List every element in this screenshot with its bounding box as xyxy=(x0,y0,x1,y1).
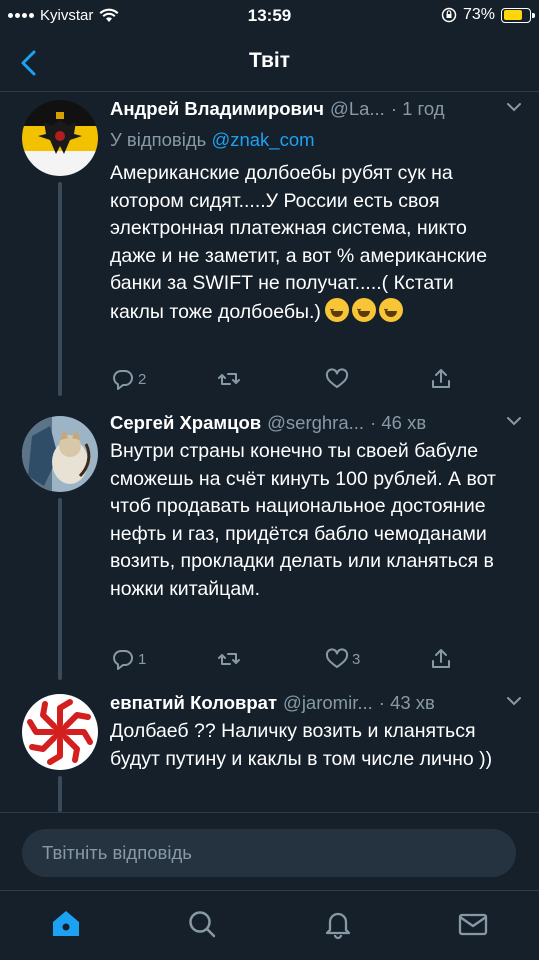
share-button[interactable] xyxy=(428,646,454,672)
user-handle: @jaromir... xyxy=(283,692,373,713)
share-button[interactable] xyxy=(428,366,454,392)
reply-icon xyxy=(113,650,133,670)
page-title: Твіт xyxy=(248,49,291,72)
notifications-icon[interactable] xyxy=(321,907,355,941)
reply-button[interactable]: 1 xyxy=(110,646,146,672)
tab-bar xyxy=(0,890,539,960)
retweet-icon xyxy=(218,653,240,665)
tweet-time: · 43 хв xyxy=(378,692,435,713)
battery-icon xyxy=(501,7,535,23)
battery-info: 73% xyxy=(441,6,535,24)
battery-level xyxy=(503,10,522,20)
status-bar: Kyivstar 13:59 73% xyxy=(0,0,539,34)
tweet-text: Внутри страны конечно ты своей бабуле см… xyxy=(110,440,496,600)
search-icon[interactable] xyxy=(185,907,219,941)
reply-composer: Твітніть відповідь xyxy=(0,812,539,890)
thread-line xyxy=(58,776,62,812)
tweet-item[interactable]: Сергей Храмцов @serghra... · 46 хв Внутр… xyxy=(0,410,539,680)
chevron-down-icon[interactable] xyxy=(505,694,523,708)
tweet-time: · 1 год xyxy=(390,98,445,119)
thread-line xyxy=(58,182,62,396)
like-button[interactable] xyxy=(324,366,352,392)
reply-prefix: У відповідь xyxy=(110,129,212,150)
reply-to-link[interactable]: @znak_com xyxy=(211,129,314,150)
tweet-text: Американские долбоебы рубят сук на котор… xyxy=(110,160,510,326)
user-handle: @serghra... xyxy=(267,412,365,433)
tweet-actions: 1 3 xyxy=(110,646,470,676)
tweet-item[interactable]: Андрей Владимирович @La... · 1 год У від… xyxy=(0,96,539,396)
home-icon[interactable] xyxy=(49,907,83,941)
reply-count: 1 xyxy=(138,650,147,668)
user-name[interactable]: Сергей Храмцов xyxy=(110,412,261,434)
reply-context: У відповідь @znak_com xyxy=(110,129,315,151)
emoji-joy-icon xyxy=(351,297,376,322)
tweet-time: · 46 хв xyxy=(370,412,427,433)
tweet-text: Долбаеб ?? Наличку возить и кланяться бу… xyxy=(110,720,493,770)
tweet-actions: 2 xyxy=(110,366,470,396)
orientation-lock-icon xyxy=(441,7,457,23)
like-icon xyxy=(325,648,349,668)
reply-input[interactable]: Твітніть відповідь xyxy=(22,829,516,877)
tweet-item[interactable]: евпатий Коловрат @jaromir... · 43 хв Дол… xyxy=(0,690,539,812)
emoji-rofl-icon xyxy=(324,297,349,322)
messages-icon[interactable] xyxy=(456,907,490,941)
retweet-icon xyxy=(218,373,240,385)
reply-button[interactable]: 2 xyxy=(110,366,146,392)
avatar[interactable] xyxy=(22,694,98,770)
chevron-down-icon[interactable] xyxy=(505,100,523,114)
like-icon xyxy=(325,368,349,388)
share-icon xyxy=(432,649,450,668)
tweet-header: Сергей Храмцов @serghra... · 46 хв xyxy=(110,410,523,436)
tweet-body: Американские долбоебы рубят сук на котор… xyxy=(110,162,488,323)
reply-count: 2 xyxy=(138,370,147,388)
emoji-rofl-icon xyxy=(378,297,403,322)
like-button[interactable]: 3 xyxy=(324,646,360,672)
user-handle: @La... xyxy=(330,98,385,119)
retweet-button[interactable] xyxy=(216,646,244,672)
avatar[interactable] xyxy=(22,416,98,492)
avatar[interactable] xyxy=(22,100,98,176)
reply-icon xyxy=(113,370,133,390)
share-icon xyxy=(432,369,450,388)
like-count: 3 xyxy=(352,650,361,668)
tweet-header: евпатий Коловрат @jaromir... · 43 хв xyxy=(110,690,523,716)
tweet-header: Андрей Владимирович @La... · 1 год xyxy=(110,96,523,122)
battery-percent: 73% xyxy=(462,6,495,23)
thread-line xyxy=(58,498,62,680)
nav-bar: Твіт xyxy=(0,34,539,92)
chevron-down-icon[interactable] xyxy=(505,414,523,428)
retweet-button[interactable] xyxy=(216,366,244,392)
user-name[interactable]: Андрей Владимирович xyxy=(110,98,324,120)
user-name[interactable]: евпатий Коловрат xyxy=(110,692,277,714)
